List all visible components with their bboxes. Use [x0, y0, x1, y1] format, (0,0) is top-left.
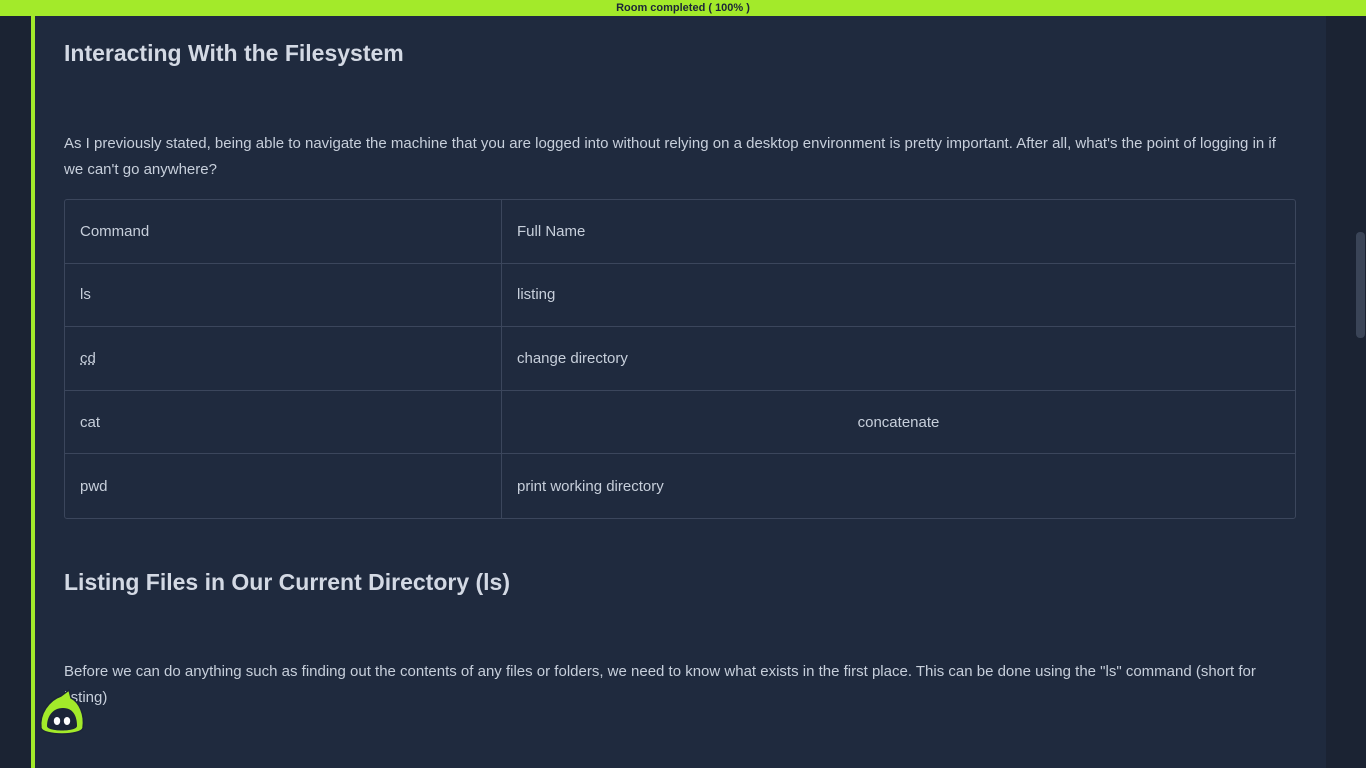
- table-row: ls listing: [65, 263, 1295, 328]
- table-cell-full-name: listing: [502, 264, 1295, 328]
- table-row: cat concatenate: [65, 390, 1295, 455]
- table-cell-full-name: change directory: [502, 327, 1295, 391]
- scrollbar[interactable]: [1355, 16, 1366, 768]
- table-header-row: Command Full Name: [65, 200, 1295, 264]
- table-cell-command: cat: [65, 390, 502, 455]
- table-cell-full-name: print working directory: [517, 477, 664, 495]
- table-row: pwd print working directory: [65, 454, 1295, 518]
- table-cell-full-name: concatenate: [502, 391, 1295, 455]
- table-cell-command: cd: [65, 327, 502, 391]
- table-header-command: Command: [65, 200, 502, 264]
- section-heading-filesystem: Interacting With the Filesystem: [64, 40, 404, 66]
- abbr-command-cd[interactable]: cd: [80, 350, 96, 367]
- section-paragraph-filesystem: As I previously stated, being able to na…: [64, 135, 1276, 178]
- room-progress-label: Room completed ( 100% ): [616, 2, 750, 14]
- table-cell-command: pwd: [65, 454, 502, 518]
- commands-table: Command Full Name ls listing cd change d…: [64, 199, 1296, 519]
- table-header-full-name: Full Name: [502, 200, 1295, 264]
- table-row: cd change directory: [65, 327, 1295, 391]
- table-cell-command: ls: [65, 263, 502, 328]
- scrollbar-thumb[interactable]: [1356, 232, 1365, 338]
- thm-mascot-icon[interactable]: [35, 686, 87, 738]
- section-heading-listing: Listing Files in Our Current Directory (…: [64, 569, 511, 595]
- right-gutter: [1326, 16, 1355, 768]
- left-gutter: [0, 16, 31, 768]
- section-paragraph-listing: Before we can do anything such as findin…: [64, 663, 1256, 706]
- room-progress-bar: Room completed ( 100% ): [0, 0, 1366, 16]
